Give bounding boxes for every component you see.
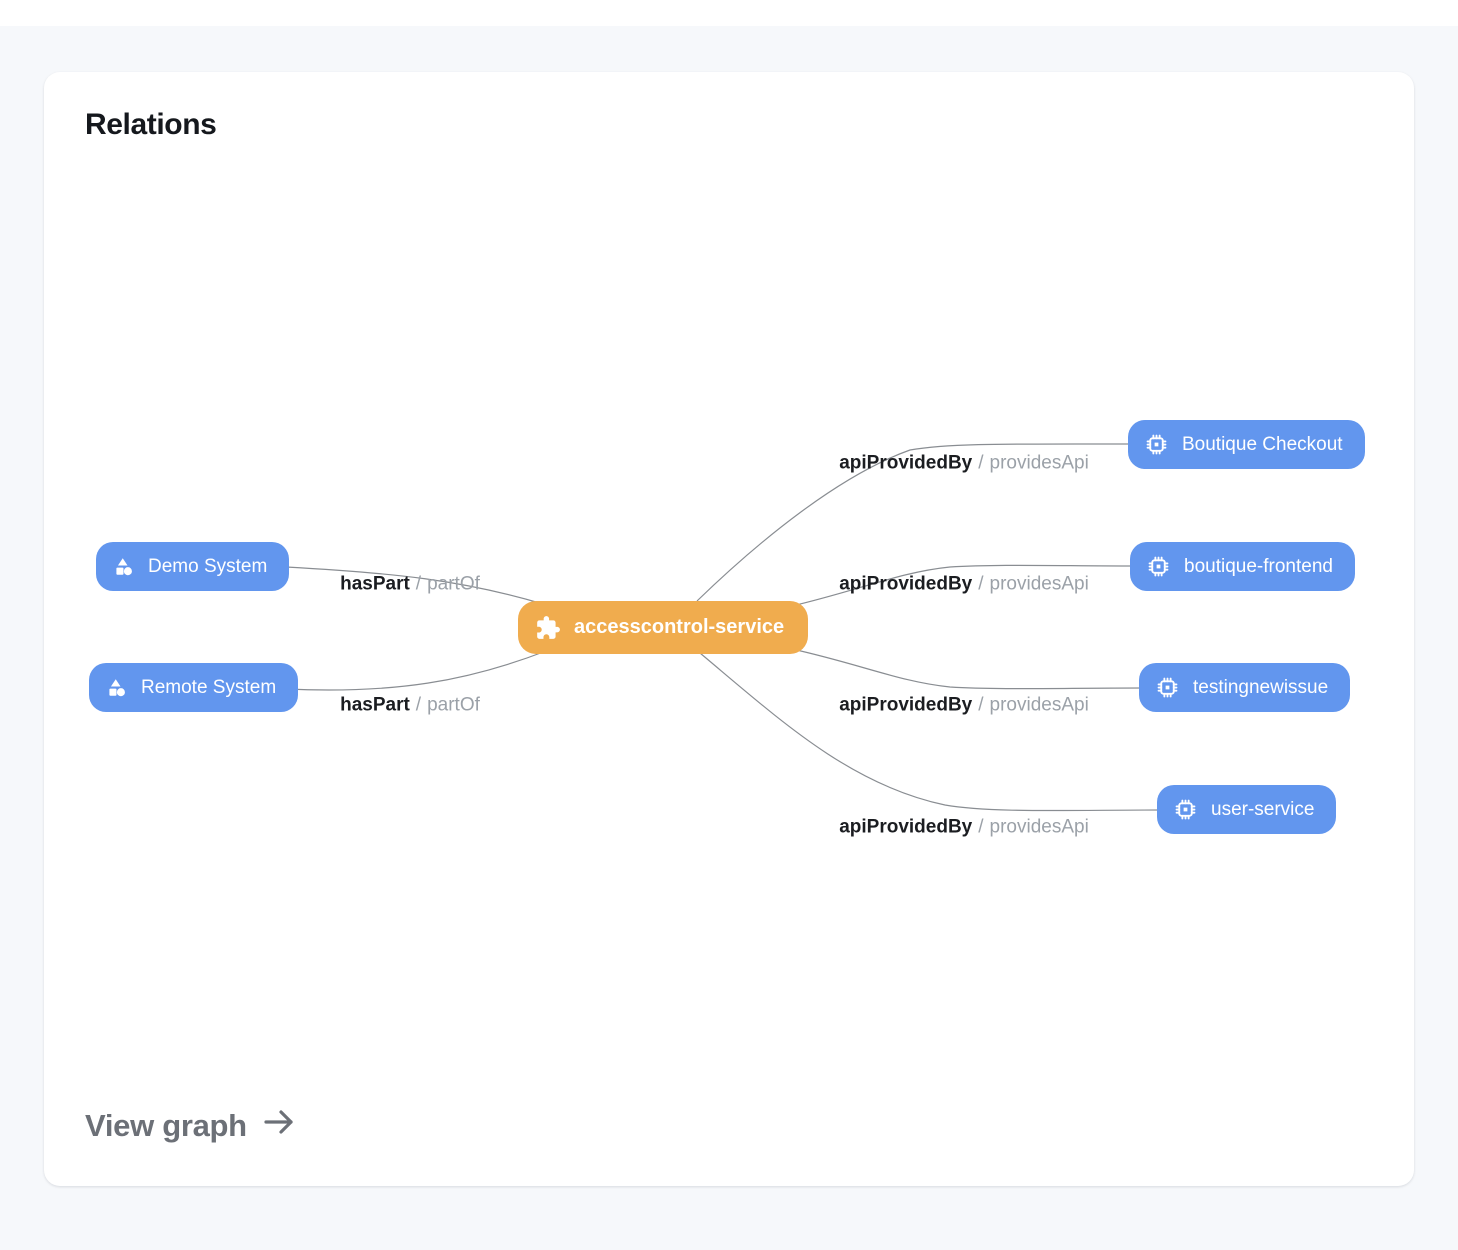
puzzle-icon — [535, 615, 561, 641]
node-label: Remote System — [141, 677, 276, 699]
shapes-icon — [112, 555, 135, 578]
node-boutique-checkout[interactable]: Boutique Checkout — [1128, 420, 1365, 469]
relation-separator: / — [416, 695, 421, 716]
relation-inverse: partOf — [427, 695, 480, 716]
edge-label-apiprovidedby-4: apiProvidedBy / providesApi — [839, 818, 1089, 837]
relation-inverse: providesApi — [990, 453, 1089, 474]
relation-inverse: providesApi — [990, 574, 1089, 595]
relation-inverse: partOf — [427, 574, 480, 595]
chip-icon — [1144, 432, 1169, 457]
node-label: Demo System — [148, 556, 267, 578]
node-label: accesscontrol-service — [574, 616, 784, 639]
chip-icon — [1155, 675, 1180, 700]
node-demo-system[interactable]: Demo System — [96, 542, 289, 591]
relation-name: hasPart — [340, 695, 410, 716]
node-remote-system[interactable]: Remote System — [89, 663, 298, 712]
node-label: user-service — [1211, 799, 1314, 821]
card-title: Relations — [85, 108, 216, 142]
top-strip — [0, 0, 1458, 26]
relation-name: apiProvidedBy — [839, 574, 972, 595]
edge-label-haspart-1: hasPart / partOf — [340, 575, 480, 594]
relation-separator: / — [978, 695, 983, 716]
edge-label-apiprovidedby-2: apiProvidedBy / providesApi — [839, 575, 1089, 594]
edge-label-apiprovidedby-3: apiProvidedBy / providesApi — [839, 696, 1089, 715]
node-boutique-frontend[interactable]: boutique-frontend — [1130, 542, 1355, 591]
node-label: boutique-frontend — [1184, 556, 1333, 578]
node-accesscontrol-service[interactable]: accesscontrol-service — [518, 601, 808, 654]
relation-name: hasPart — [340, 574, 410, 595]
edge-label-haspart-2: hasPart / partOf — [340, 696, 480, 715]
relation-inverse: providesApi — [990, 817, 1089, 838]
relation-separator: / — [978, 817, 983, 838]
node-label: Boutique Checkout — [1182, 434, 1343, 456]
relation-inverse: providesApi — [990, 695, 1089, 716]
view-graph-label: View graph — [85, 1108, 247, 1144]
relation-separator: / — [978, 574, 983, 595]
edge-label-apiprovidedby-1: apiProvidedBy / providesApi — [839, 454, 1089, 473]
relation-name: apiProvidedBy — [839, 453, 972, 474]
chip-icon — [1146, 554, 1171, 579]
node-testingnewissue[interactable]: testingnewissue — [1139, 663, 1350, 712]
node-label: testingnewissue — [1193, 677, 1328, 699]
view-graph-link[interactable]: View graph — [85, 1106, 296, 1146]
chip-icon — [1173, 797, 1198, 822]
relation-name: apiProvidedBy — [839, 695, 972, 716]
arrow-right-icon — [262, 1106, 296, 1146]
relation-separator: / — [416, 574, 421, 595]
node-user-service[interactable]: user-service — [1157, 785, 1336, 834]
shapes-icon — [105, 676, 128, 699]
relation-separator: / — [978, 453, 983, 474]
relation-name: apiProvidedBy — [839, 817, 972, 838]
